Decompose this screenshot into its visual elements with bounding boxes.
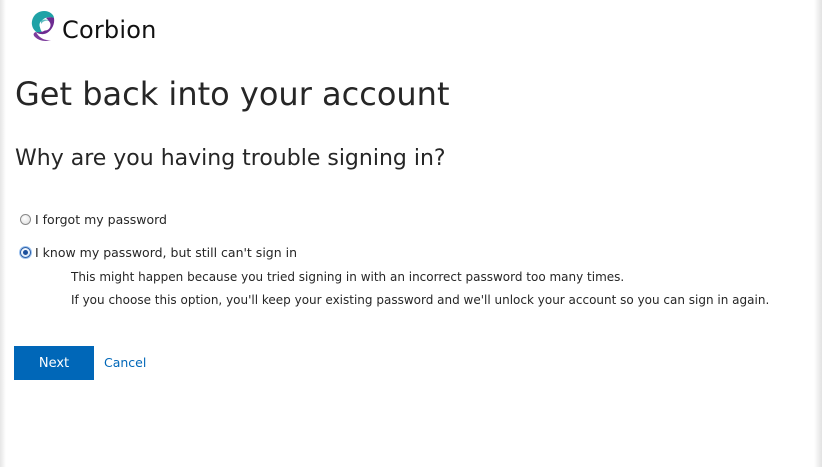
corbion-logo-icon: [31, 11, 55, 41]
brand-logo: Corbion: [30, 6, 157, 46]
page-subtitle: Why are you having trouble signing in?: [15, 146, 446, 171]
option-forgot-password-label: I forgot my password: [35, 212, 167, 227]
page-title: Get back into your account: [15, 75, 450, 113]
option-description-line: This might happen because you tried sign…: [71, 270, 625, 284]
option-cant-sign-in-label: I know my password, but still can't sign…: [35, 245, 298, 260]
left-edge-shadow: [0, 0, 6, 467]
brand-name: Corbion: [62, 16, 157, 44]
right-edge-shadow: [814, 0, 822, 467]
radio-cant-sign-in[interactable]: [20, 247, 31, 258]
option-cant-sign-in[interactable]: I know my password, but still can't sign…: [20, 245, 297, 260]
next-button[interactable]: Next: [14, 346, 94, 380]
option-description-line: If you choose this option, you'll keep y…: [71, 293, 770, 307]
cancel-link[interactable]: Cancel: [104, 355, 146, 370]
radio-forgot-password[interactable]: [20, 214, 31, 225]
option-forgot-password[interactable]: I forgot my password: [20, 212, 167, 227]
page: Corbion Get back into your account Why a…: [0, 0, 822, 467]
